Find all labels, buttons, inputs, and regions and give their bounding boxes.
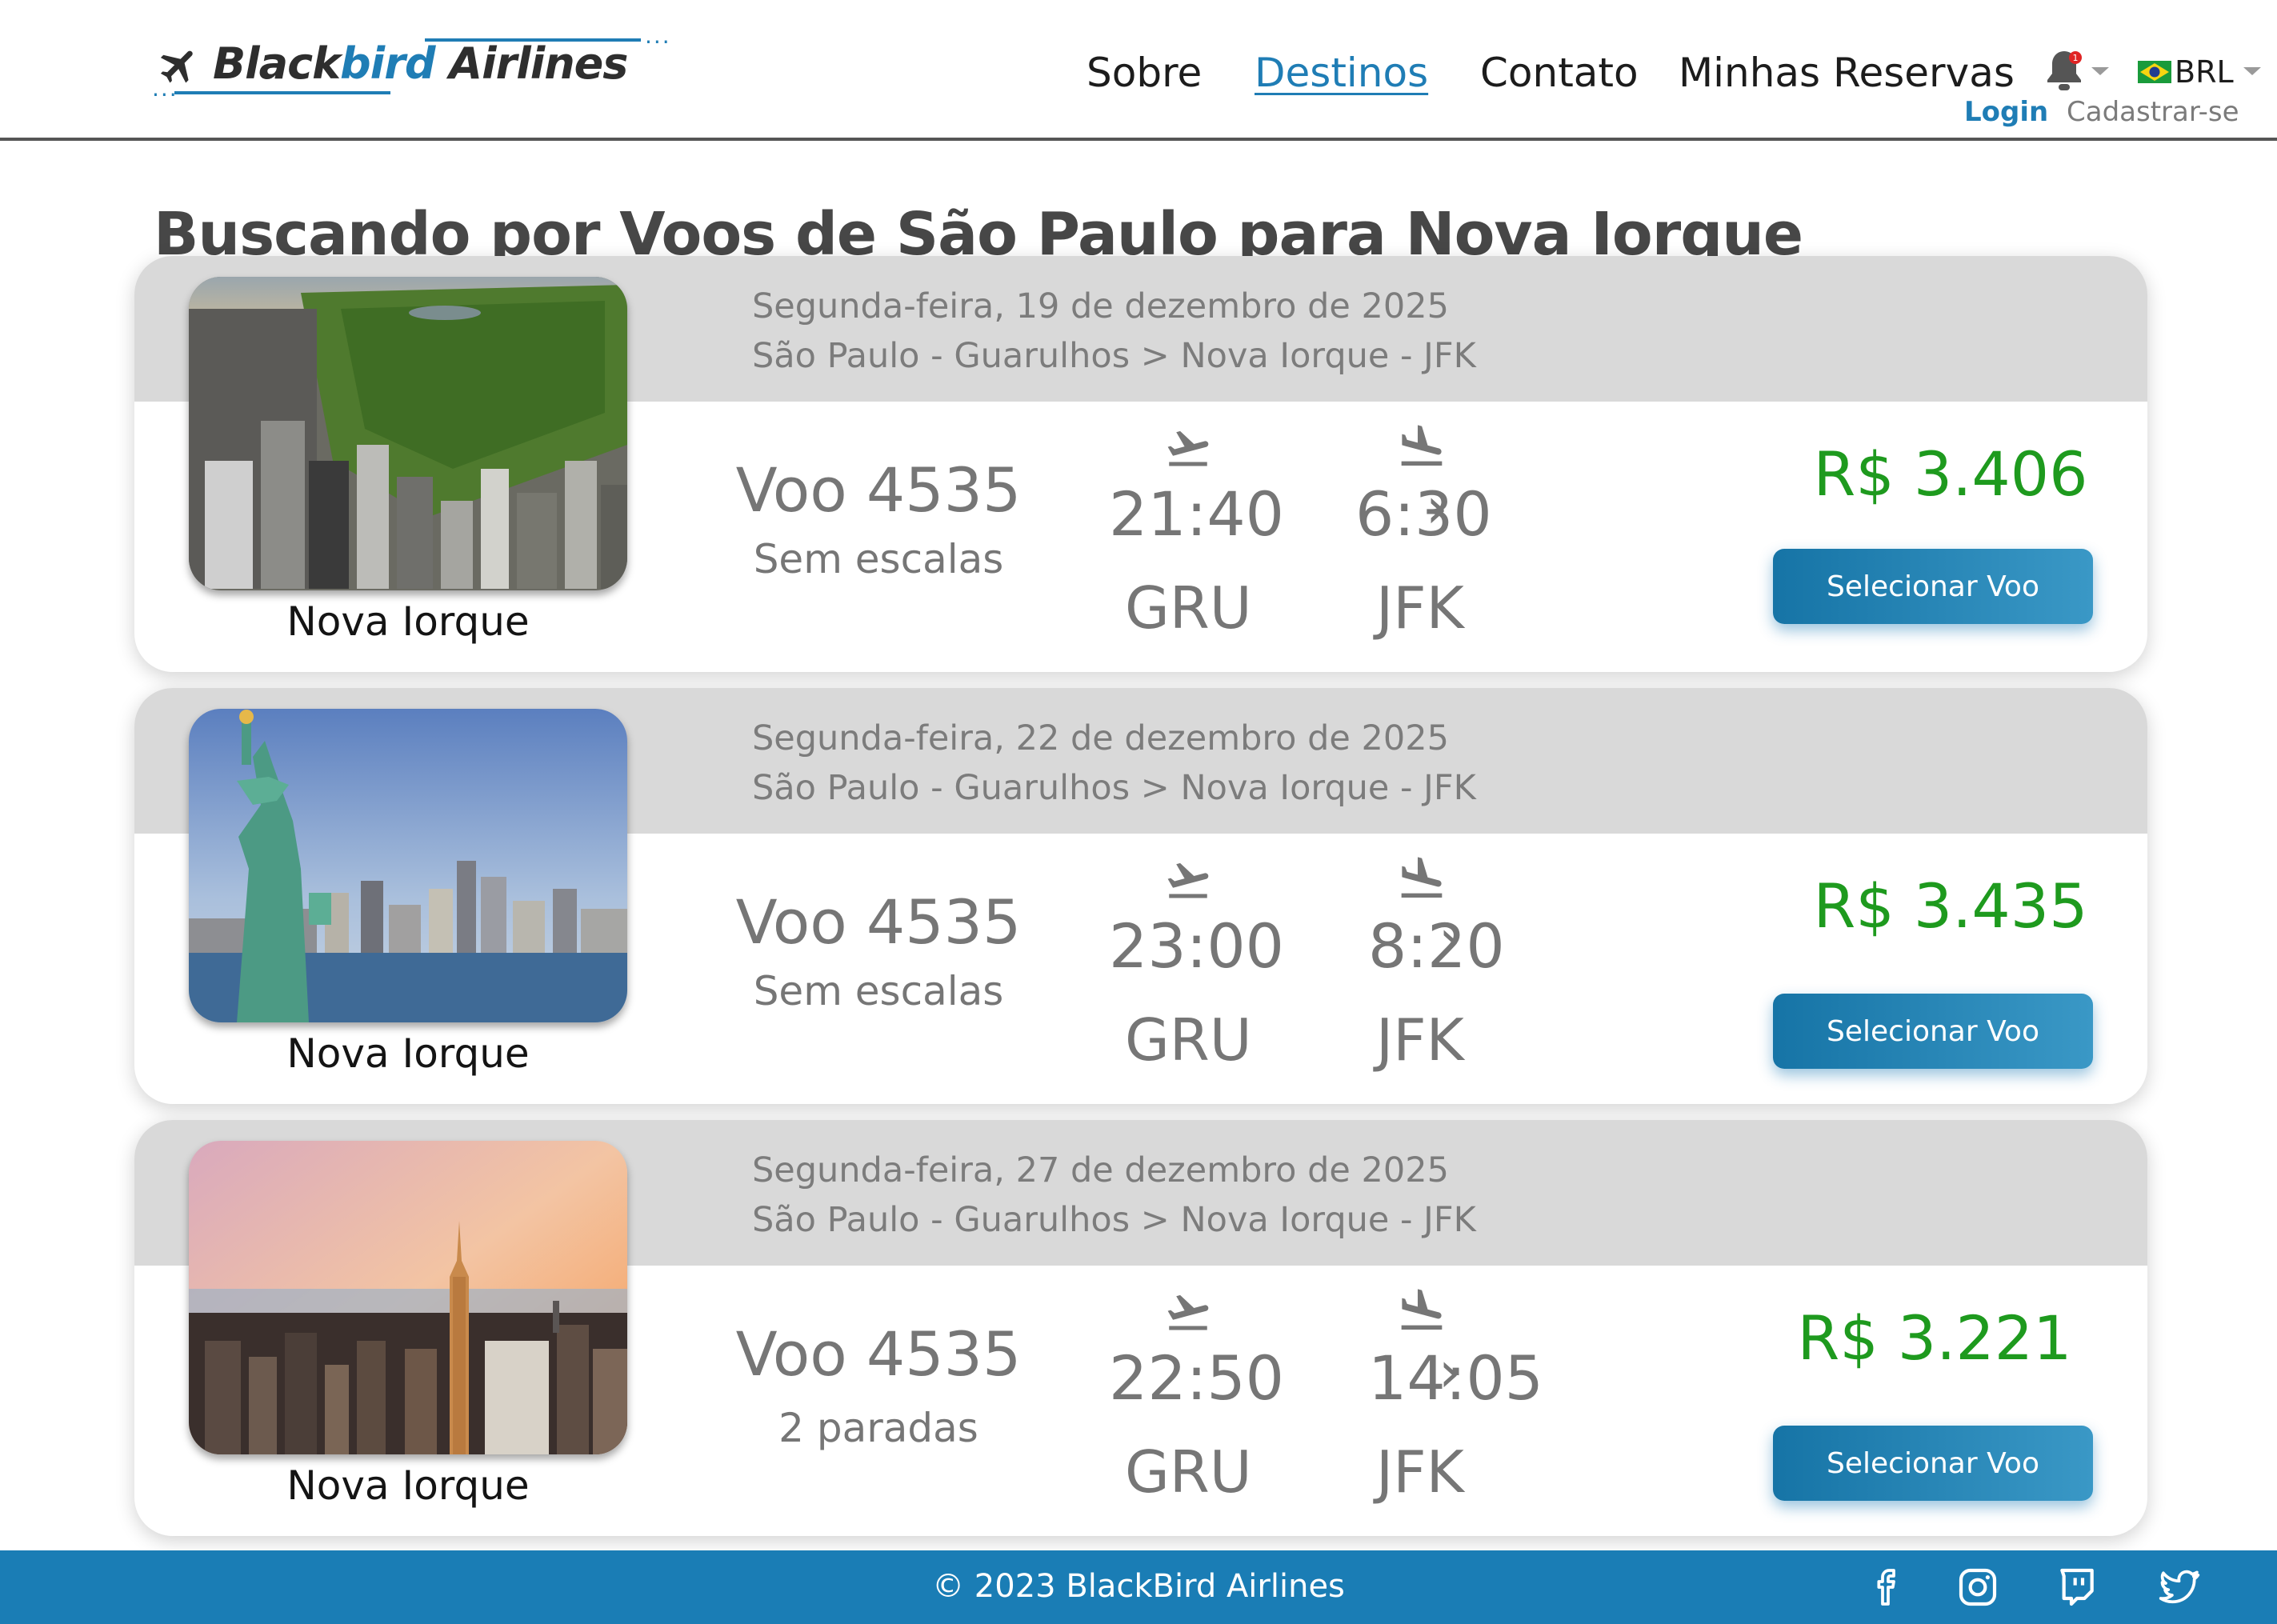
flight-card: Nova Iorque Segunda-feira, 27 de dezembr… xyxy=(134,1120,2147,1536)
flight-price: R$ 3.435 xyxy=(1813,870,2088,942)
departure-time: 23:00 xyxy=(1109,910,1285,982)
chevron-down-icon[interactable] xyxy=(2243,67,2261,75)
logo-text: Blackbird Airlines xyxy=(213,38,628,89)
arrival-time: 6:30 xyxy=(1355,478,1492,550)
site-header: ··· ··· Blackbird Airlines Sobre Destino… xyxy=(0,0,2277,141)
brazil-flag-icon xyxy=(2138,61,2171,83)
destination-photo-central-park xyxy=(189,277,627,590)
select-flight-button[interactable]: Selecionar Voo xyxy=(1773,549,2093,624)
logo-text-black: Black xyxy=(213,38,341,89)
instagram-icon[interactable] xyxy=(1955,1565,2000,1610)
chevron-down-icon[interactable] xyxy=(2091,67,2109,75)
flight-date: Segunda-feira, 22 de dezembro de 2025 xyxy=(752,718,1449,758)
flight-price: R$ 3.406 xyxy=(1813,438,2088,510)
destination-city: Nova Iorque xyxy=(286,1030,530,1077)
destination-code: JFK xyxy=(1376,574,1464,642)
signup-link[interactable]: Cadastrar-se xyxy=(2067,96,2239,128)
twitch-icon[interactable] xyxy=(2055,1565,2099,1610)
login-link[interactable]: Login xyxy=(1964,96,2048,128)
origin-code: GRU xyxy=(1125,1006,1252,1074)
origin-code: GRU xyxy=(1125,574,1252,642)
destination-code: JFK xyxy=(1376,1438,1464,1506)
departure-time: 22:50 xyxy=(1109,1342,1285,1414)
flight-stops: Sem escalas xyxy=(753,536,1004,582)
nav-contato[interactable]: Contato xyxy=(1480,50,1639,96)
departure-icon xyxy=(1167,430,1209,466)
logo-line xyxy=(174,91,390,94)
destination-photo-statue-of-liberty xyxy=(189,709,627,1022)
currency-selector[interactable]: BRL xyxy=(2175,54,2234,90)
flight-number: Voo 4535 xyxy=(735,1318,1022,1390)
copyright-text: © 2023 BlackBird Airlines xyxy=(932,1568,1345,1605)
destination-city: Nova Iorque xyxy=(286,1462,530,1509)
destination-city: Nova Iorque xyxy=(286,598,530,645)
flight-route: São Paulo - Guarulhos > Nova Iorque - JF… xyxy=(752,768,1476,808)
flight-price: R$ 3.221 xyxy=(1797,1302,2072,1374)
flight-stops: Sem escalas xyxy=(753,968,1004,1014)
arrival-time: 8:20 xyxy=(1368,910,1505,982)
twitter-icon[interactable] xyxy=(2157,1565,2202,1610)
nav-sobre[interactable]: Sobre xyxy=(1086,50,1202,96)
departure-time: 21:40 xyxy=(1109,478,1285,550)
select-flight-button[interactable]: Selecionar Voo xyxy=(1773,994,2093,1069)
logo[interactable]: ··· ··· Blackbird Airlines xyxy=(152,29,671,108)
flight-route: São Paulo - Guarulhos > Nova Iorque - JF… xyxy=(752,1200,1476,1240)
notification-bell-icon[interactable]: 1 xyxy=(2042,46,2087,96)
airplane-icon xyxy=(160,50,193,83)
select-flight-button[interactable]: Selecionar Voo xyxy=(1773,1426,2093,1501)
destination-code: JFK xyxy=(1376,1006,1464,1074)
site-footer: © 2023 BlackBird Airlines xyxy=(0,1550,2277,1624)
flight-card: Nova Iorque Segunda-feira, 19 de dezembr… xyxy=(134,256,2147,672)
arrival-icon xyxy=(1401,1289,1443,1330)
flight-date: Segunda-feira, 19 de dezembro de 2025 xyxy=(752,286,1449,326)
logo-text-airlines: Airlines xyxy=(434,38,628,89)
flight-card: Nova Iorque Segunda-feira, 22 de dezembr… xyxy=(134,688,2147,1104)
arrival-icon xyxy=(1401,425,1443,466)
arrival-icon xyxy=(1401,857,1443,898)
departure-icon xyxy=(1167,862,1209,898)
nav-destinos[interactable]: Destinos xyxy=(1255,50,1428,96)
origin-code: GRU xyxy=(1125,1438,1252,1506)
destination-photo-manhattan-sunset xyxy=(189,1141,627,1454)
notification-count: 1 xyxy=(2073,53,2079,63)
arrival-time: 14:05 xyxy=(1368,1342,1544,1414)
logo-text-bird: bird xyxy=(340,38,435,89)
nav-minhas-reservas[interactable]: Minhas Reservas xyxy=(1679,50,2015,96)
flight-route: São Paulo - Guarulhos > Nova Iorque - JF… xyxy=(752,336,1476,376)
flight-number: Voo 4535 xyxy=(735,454,1022,526)
flight-number: Voo 4535 xyxy=(735,886,1022,958)
facebook-icon[interactable] xyxy=(1866,1565,1911,1610)
departure-icon xyxy=(1167,1294,1209,1330)
logo-dots: ··· xyxy=(645,29,671,55)
flight-stops: 2 paradas xyxy=(778,1405,978,1451)
flight-date: Segunda-feira, 27 de dezembro de 2025 xyxy=(752,1150,1449,1190)
